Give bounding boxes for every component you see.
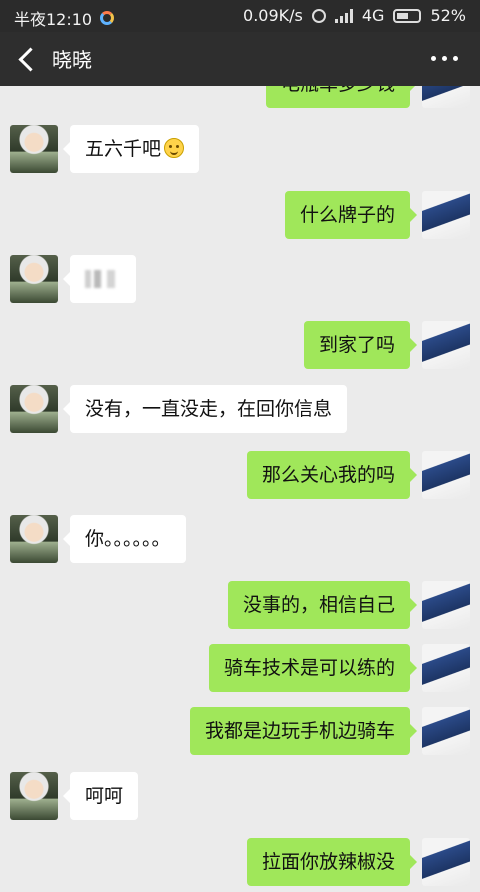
avatar[interactable] [10,125,58,173]
message-bubble[interactable]: 到家了吗 [303,321,418,369]
chat-header: 晓晓 [0,32,480,86]
message-bubble[interactable]: 拉面你放辣椒没 [246,838,418,886]
alarm-icon [311,8,326,23]
battery-icon [393,8,422,23]
network-type: 4G [361,6,385,25]
avatar[interactable] [10,772,58,820]
avatar[interactable] [422,86,470,108]
avatar[interactable] [422,191,470,239]
chat-title: 晓晓 [52,48,92,72]
app-notification-icon [100,11,115,25]
avatar[interactable] [10,385,58,433]
network-speed: 0.09K/s [243,6,303,25]
message-bubble[interactable]: 骑车技术是可以练的 [208,644,418,692]
avatar[interactable] [422,581,470,629]
back-icon[interactable] [14,44,44,74]
message-bubble[interactable]: 什么牌子的 [284,191,418,239]
message-bubble[interactable]: 五六千吧 [62,125,200,173]
message-bubble[interactable]: 呵呵 [62,772,139,820]
message-text: 五六千吧 [85,138,162,160]
blurred-content [85,270,121,288]
message-bubble[interactable]: 没事的，相信自己 [227,581,418,629]
avatar[interactable] [10,515,58,563]
status-bar: 半夜12:10 0.09K/s 4G 52% [0,0,480,32]
message-bubble[interactable]: 没有，一直没走，在回你信息 [62,385,348,433]
message-bubble[interactable]: 你。。。。。。 [63,515,186,563]
signal-icon [334,8,353,23]
message-bubble[interactable]: 电瓶车多少钱 [265,86,418,108]
message-list[interactable]: 电瓶车多少钱 五六千吧 什么牌子的 到家了吗 没有，一直没走，在回你信息 那么关… [0,86,480,892]
face-emoji-icon [164,138,185,158]
message-bubble[interactable]: 我都是边玩手机边骑车 [189,707,418,755]
more-options-icon[interactable] [431,56,458,61]
avatar[interactable] [422,838,470,886]
battery-level: 52% [430,6,466,25]
avatar[interactable] [10,255,58,303]
message-bubble[interactable] [63,255,136,303]
avatar[interactable] [422,321,470,369]
message-bubble[interactable]: 那么关心我的吗 [246,451,418,499]
status-time: 半夜12:10 [14,10,93,29]
avatar[interactable] [422,451,470,499]
avatar[interactable] [422,707,470,755]
avatar[interactable] [422,644,470,692]
